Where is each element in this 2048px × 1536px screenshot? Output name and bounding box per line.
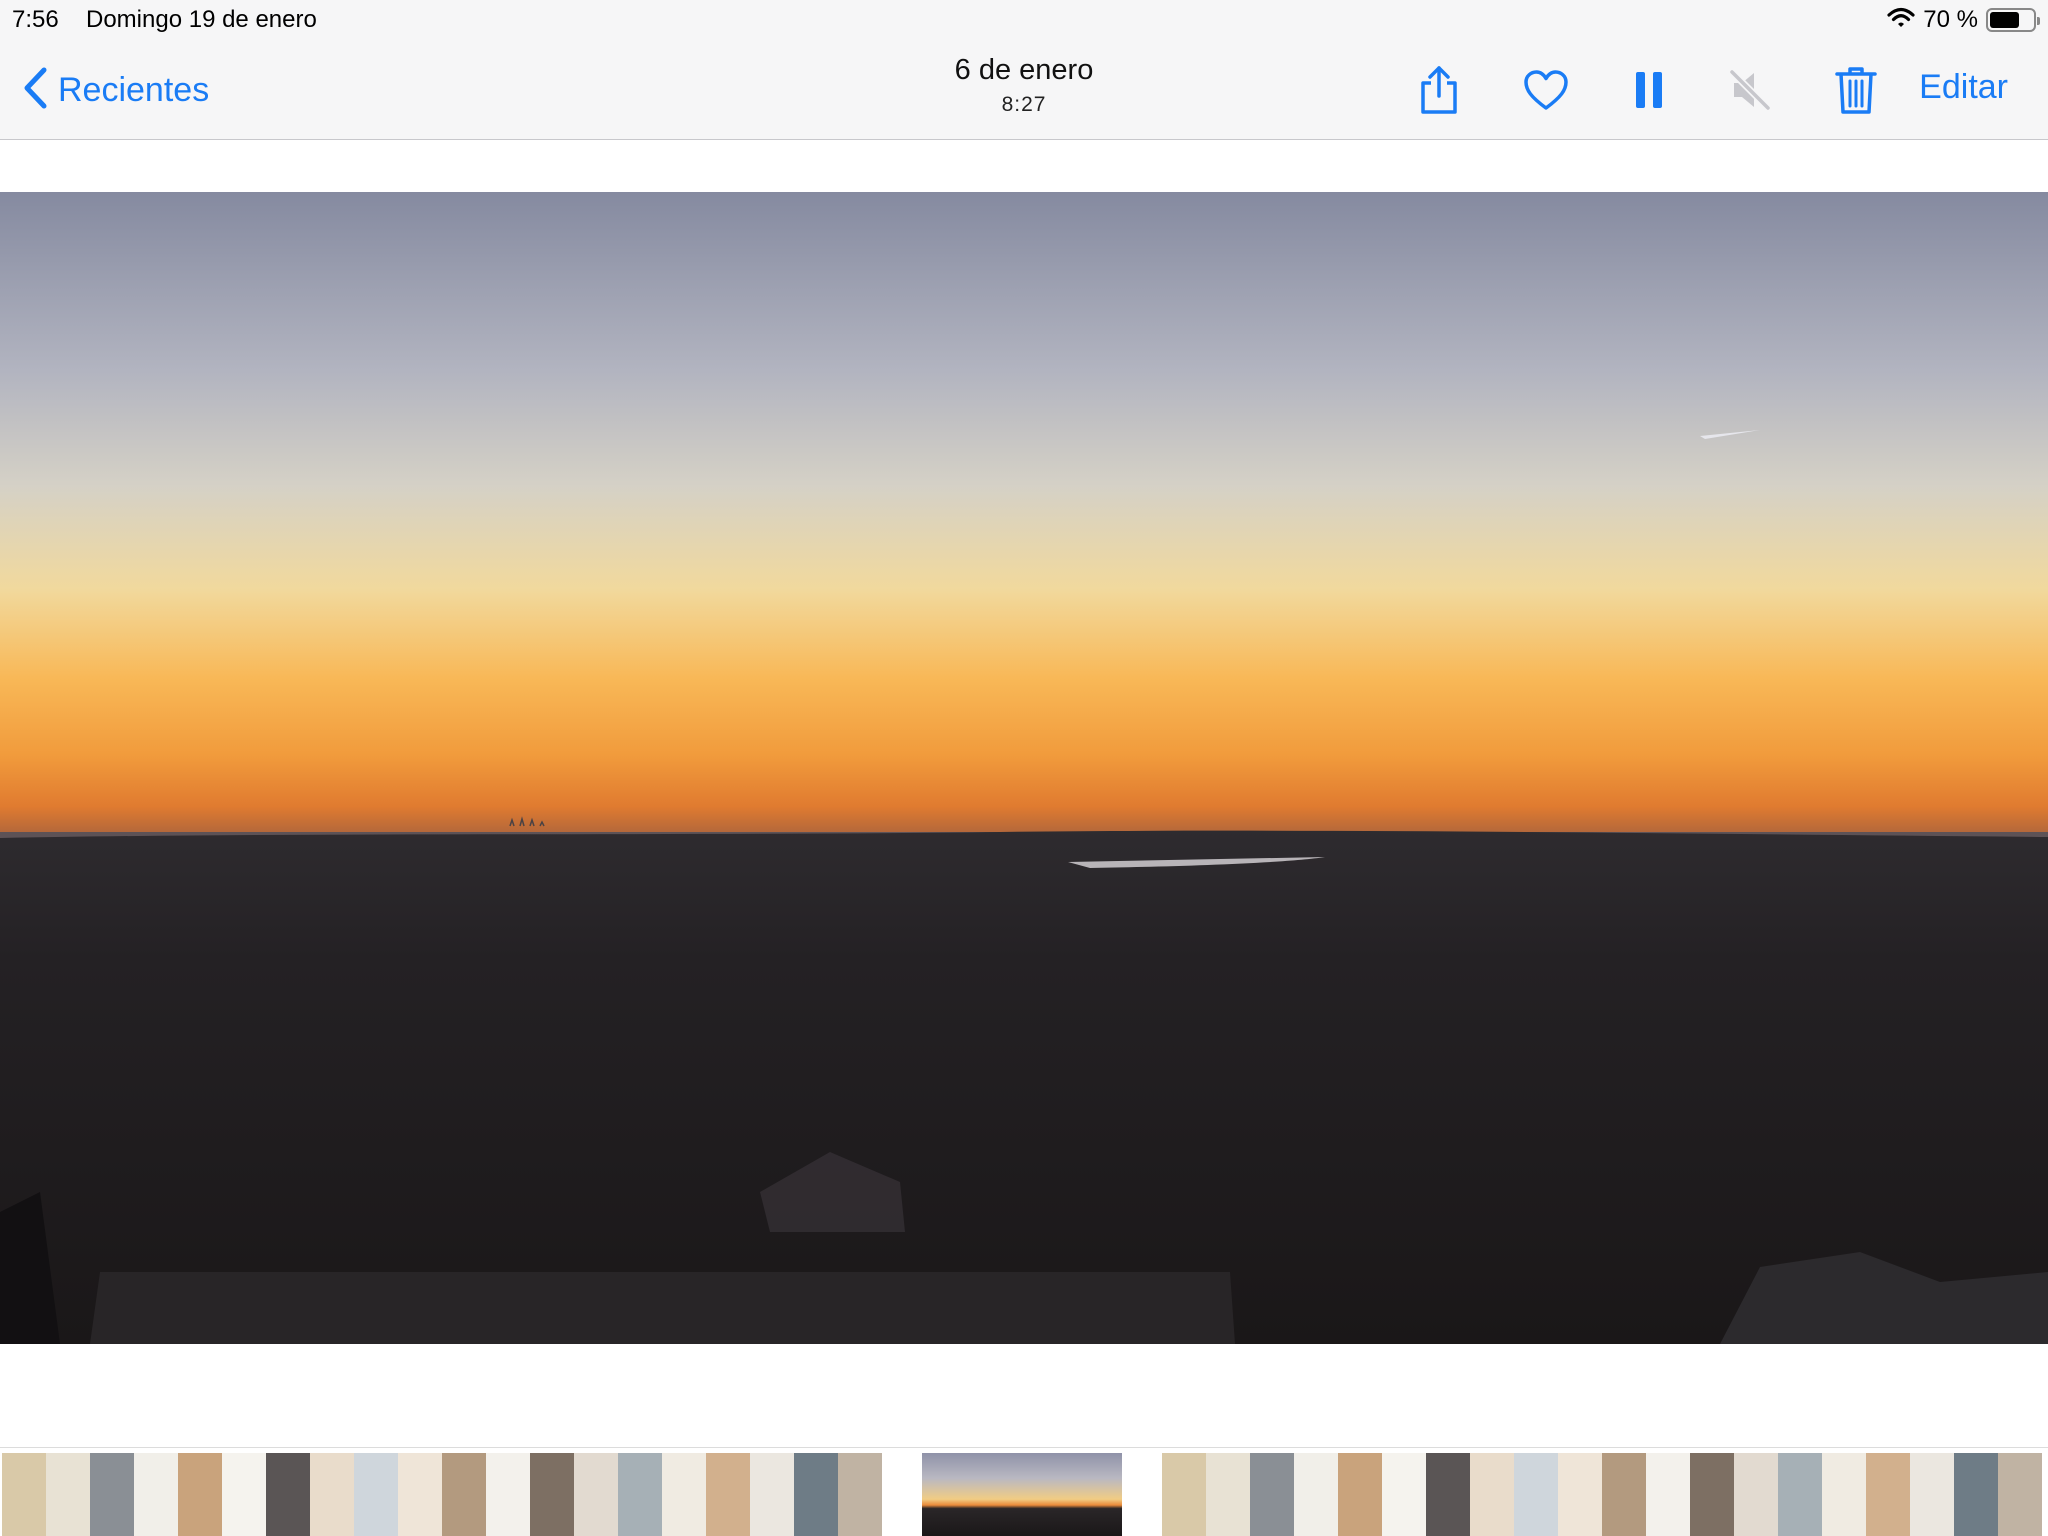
filmstrip-thumbnail[interactable]: [1558, 1453, 1602, 1536]
status-time: 7:56: [12, 6, 59, 33]
filmstrip-thumbnail[interactable]: [1646, 1453, 1690, 1536]
filmstrip-thumbnail[interactable]: [1866, 1453, 1910, 1536]
sunset-photo: [0, 192, 2048, 1344]
filmstrip-thumbnail[interactable]: [1998, 1453, 2042, 1536]
back-button[interactable]: Recientes: [22, 66, 209, 115]
filmstrip-thumbnail[interactable]: [1954, 1453, 1998, 1536]
edit-button[interactable]: Editar: [1919, 68, 2008, 107]
filmstrip-thumbnail[interactable]: [266, 1453, 310, 1536]
filmstrip-thumbnail[interactable]: [398, 1453, 442, 1536]
back-label: Recientes: [58, 71, 210, 109]
filmstrip-thumbnail[interactable]: [706, 1453, 750, 1536]
filmstrip-thumbnail[interactable]: [442, 1453, 486, 1536]
nav-bar: Recientes 6 de enero 8:27 Editar: [0, 40, 2048, 140]
battery-icon: [1986, 8, 2040, 32]
battery-fill: [1990, 12, 2020, 28]
filmstrip-thumbnail[interactable]: [662, 1453, 706, 1536]
filmstrip[interactable]: [0, 1447, 2048, 1536]
filmstrip-thumbnail[interactable]: [486, 1453, 530, 1536]
filmstrip-thumbnail[interactable]: [310, 1453, 354, 1536]
share-button[interactable]: [1411, 64, 1467, 120]
filmstrip-thumbnail[interactable]: [222, 1453, 266, 1536]
trash-icon: [1835, 66, 1877, 119]
mute-icon: [1728, 68, 1772, 117]
filmstrip-thumbnail[interactable]: [1382, 1453, 1426, 1536]
status-right: 70 %: [1887, 6, 2040, 34]
delete-button[interactable]: [1828, 64, 1884, 120]
filmstrip-thumbnail[interactable]: [1426, 1453, 1470, 1536]
wifi-icon: [1887, 7, 1915, 34]
filmstrip-thumbnail[interactable]: [530, 1453, 574, 1536]
filmstrip-thumbnail[interactable]: [1470, 1453, 1514, 1536]
filmstrip-thumbnail[interactable]: [1822, 1453, 1866, 1536]
filmstrip-thumbnail[interactable]: [134, 1453, 178, 1536]
filmstrip-thumbnail[interactable]: [1206, 1453, 1250, 1536]
filmstrip-thumbnail[interactable]: [574, 1453, 618, 1536]
favorite-button[interactable]: [1518, 64, 1574, 120]
filmstrip-thumbnail[interactable]: [794, 1453, 838, 1536]
filmstrip-thumbnail[interactable]: [1250, 1453, 1294, 1536]
filmstrip-thumbnail[interactable]: [1162, 1453, 1206, 1536]
share-icon: [1417, 65, 1461, 120]
status-bar: 7:56 Domingo 19 de enero 70 %: [0, 0, 2048, 40]
filmstrip-thumbnail[interactable]: [618, 1453, 662, 1536]
pause-icon: [1634, 71, 1664, 113]
filmstrip-thumbnail[interactable]: [90, 1453, 134, 1536]
mute-button[interactable]: [1722, 64, 1778, 120]
filmstrip-thumbnail[interactable]: [1514, 1453, 1558, 1536]
filmstrip-thumbnail[interactable]: [1734, 1453, 1778, 1536]
filmstrip-thumbnail[interactable]: [750, 1453, 794, 1536]
filmstrip-thumbnail[interactable]: [2, 1453, 46, 1536]
filmstrip-thumbnail[interactable]: [1778, 1453, 1822, 1536]
battery-percent: 70 %: [1923, 6, 1978, 33]
filmstrip-thumbnail[interactable]: [178, 1453, 222, 1536]
heart-icon: [1523, 69, 1569, 116]
filmstrip-current-thumbnail[interactable]: [922, 1453, 1122, 1536]
filmstrip-thumbnail[interactable]: [1910, 1453, 1954, 1536]
filmstrip-thumbnail[interactable]: [838, 1453, 882, 1536]
status-date: Domingo 19 de enero: [86, 6, 317, 33]
filmstrip-thumbnail[interactable]: [354, 1453, 398, 1536]
pause-button[interactable]: [1621, 64, 1677, 120]
filmstrip-thumbnail[interactable]: [46, 1453, 90, 1536]
filmstrip-thumbnail[interactable]: [1690, 1453, 1734, 1536]
filmstrip-thumbnail[interactable]: [1294, 1453, 1338, 1536]
filmstrip-thumbnail[interactable]: [1602, 1453, 1646, 1536]
filmstrip-thumbnail[interactable]: [1338, 1453, 1382, 1536]
chevron-left-icon: [22, 66, 48, 115]
photo-viewer[interactable]: [0, 192, 2048, 1344]
